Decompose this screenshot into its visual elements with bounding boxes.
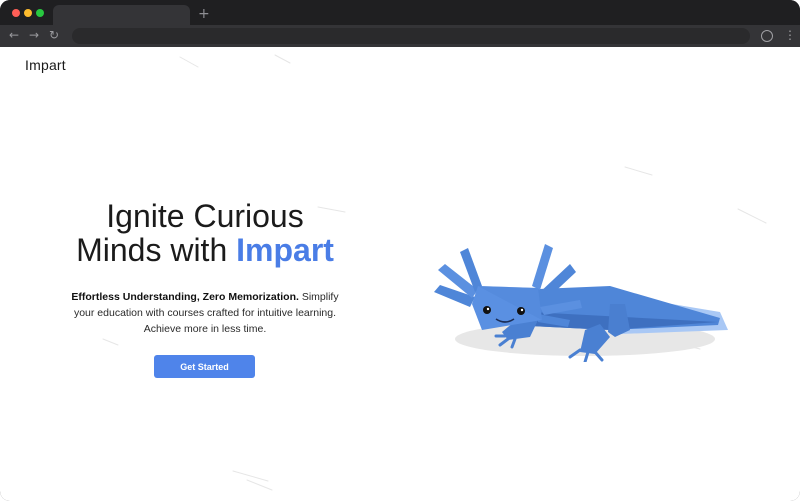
hero-title: Ignite Curious Minds with Impart: [50, 199, 360, 267]
web-page: Impart Ignite Curious Minds with Impart …: [0, 47, 800, 501]
get-started-button[interactable]: Get Started: [154, 355, 255, 378]
profile-icon[interactable]: [761, 30, 773, 42]
new-tab-button[interactable]: +: [198, 6, 210, 22]
tab-bar: +: [0, 0, 800, 25]
minimize-window-button[interactable]: [24, 9, 32, 17]
browser-window: + ← → ↻ ⋮ Impart Ignite Curious Minds wi…: [0, 0, 800, 501]
hero-description: Effortless Understanding, Zero Memorizat…: [66, 289, 344, 337]
axolotl-left-eye: [483, 306, 491, 314]
brand-logo[interactable]: Impart: [25, 57, 66, 73]
axolotl-illustration: [434, 244, 728, 362]
hero-title-line1: Ignite Curious: [106, 198, 304, 234]
forward-arrow-icon[interactable]: →: [29, 28, 39, 42]
address-bar[interactable]: [72, 28, 750, 44]
browser-tab[interactable]: [53, 5, 190, 25]
maximize-window-button[interactable]: [36, 9, 44, 17]
close-window-button[interactable]: [12, 9, 20, 17]
hero-title-line2: Minds with: [76, 232, 237, 268]
hero-description-bold: Effortless Understanding, Zero Memorizat…: [71, 291, 299, 303]
back-arrow-icon[interactable]: ←: [9, 28, 19, 42]
more-vertical-icon[interactable]: ⋮: [784, 28, 796, 42]
hero-title-accent: Impart: [236, 232, 334, 268]
reload-icon[interactable]: ↻: [49, 28, 59, 42]
axolotl-right-eye: [517, 307, 525, 315]
